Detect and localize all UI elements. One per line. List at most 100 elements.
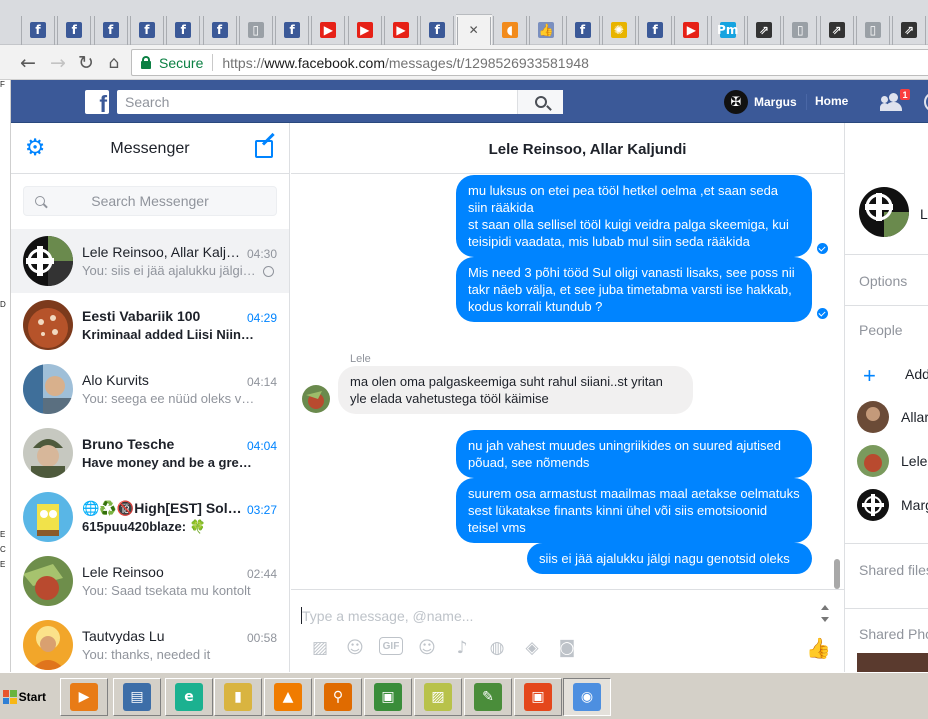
browser-tab[interactable]: f [274,14,310,45]
youtube-icon: ▶ [356,21,373,38]
browser-tab[interactable]: f [56,14,92,45]
conversation-item[interactable]: Lele Reinsoo 02:44 You: Saad tsekata mu ko… [11,549,289,613]
camera-icon[interactable]: ◙ [556,637,578,659]
browser-tab[interactable]: f [565,14,601,45]
browser-tab[interactable]: ▶ [310,14,346,45]
conversation-name: Tautvydas Lu [82,628,165,644]
browser-tab[interactable]: f [202,14,238,45]
shared-files-label[interactable]: Shared files [859,562,928,578]
browser-tab[interactable]: ▯ [855,14,891,45]
conversation-item[interactable]: 🌐♻️🔞High[EST] Soldiers 03:27 615puu420blaz… [11,485,289,549]
browser-tab[interactable]: f [129,14,165,45]
taskbar-app-button[interactable]: e [165,678,213,716]
conversation-item[interactable]: Lele Reinsoo, Allar Kaljundi 04:30 You: si… [11,229,289,293]
forward-arrow-icon[interactable]: → [46,51,70,75]
chart-icon: ⇗ [756,21,772,38]
shared-photo-thumbnail[interactable] [857,653,928,672]
browser-tab[interactable]: ⇗ [746,14,782,45]
flame-icon: ◖ [501,21,518,38]
home-icon[interactable]: ⌂ [102,51,126,75]
desktop-icon-label[interactable]: D [0,300,6,309]
browser-tab[interactable]: Pm [710,14,746,45]
microphone-icon[interactable]: ♪ [451,637,473,659]
browser-tab[interactable]: f [20,14,56,45]
profile-name: Margus [754,95,797,109]
taskbar-app-button[interactable]: ▣ [364,678,412,716]
conversation-preview: You: siis ei jää ajalukku jälgi nagu gen… [82,263,258,278]
compose-icon[interactable] [255,132,277,158]
photo-icon[interactable]: ▨ [309,637,331,659]
taskbar-app-button[interactable]: ▲ [264,678,312,716]
person-row[interactable]: Lele [857,445,927,477]
options-label[interactable]: Options [859,273,907,289]
add-people-icon[interactable]: + [863,363,876,389]
game-controller-icon[interactable]: ◈ [521,637,543,659]
home-link[interactable]: Home [815,94,848,108]
start-label: Start [18,690,46,704]
desktop-icon-label[interactable]: E [0,560,5,569]
start-button[interactable]: Start [1,682,46,712]
taskbar-app-button[interactable]: ▣ [514,678,562,716]
thumbs-up-icon: 👍 [538,21,555,38]
browser-tab[interactable]: 👍 [528,14,564,45]
facebook-icon: f [284,21,301,38]
taskbar-app-button[interactable]: ▨ [414,678,462,716]
scroll-up-icon[interactable] [821,605,829,610]
taskbar-app-button[interactable]: ◉ [563,678,611,716]
back-arrow-icon[interactable]: ← [16,51,40,75]
emoji-icon[interactable]: ☺ [416,637,438,659]
browser-tab[interactable]: ⇗ [891,14,927,45]
browser-tab[interactable]: ▶ [383,14,419,45]
browser-tab[interactable]: ◖ [492,14,528,45]
chat-scrollbar[interactable] [834,559,840,589]
profile-link[interactable]: ✠ Margus [724,90,797,114]
browser-tab[interactable]: ▶ [673,14,709,45]
payment-icon[interactable]: ◍ [486,637,508,659]
gif-icon[interactable]: GIF [379,637,403,655]
taskbar-app-button[interactable]: ▮ [214,678,262,716]
close-icon[interactable]: ✕ [466,22,482,38]
conversation-item[interactable]: Tautvydas Lu 00:58 You: thanks, needed it [11,613,289,677]
message-input[interactable]: Type a message, @name... [302,608,473,624]
desktop-icon-label[interactable]: C [0,545,6,554]
search-button[interactable] [517,90,563,114]
person-row[interactable]: Marg [857,489,928,521]
taskbar: Start ▶ ▤ e ▮ ▲ ⚲ ▣ ▨ ✎ ▣ ◉ [0,672,928,719]
window-icon: ▤ [123,683,151,711]
taskbar-app-button[interactable]: ⚲ [314,678,362,716]
person-row[interactable]: Allar [857,401,928,433]
taskbar-app-button[interactable]: ▤ [113,678,161,716]
sticker-icon[interactable]: ☺ [344,637,366,659]
browser-tab[interactable]: f [637,14,673,45]
desktop-icon-label[interactable]: F [0,80,5,89]
facebook-search-input[interactable]: Search [117,90,563,114]
scroll-down-icon[interactable] [821,617,829,622]
facebook-icon: f [211,21,228,38]
shared-photos-label[interactable]: Shared Photos [859,626,928,642]
browser-tab[interactable]: f [93,14,129,45]
message-bubble-incoming: ma olen oma palgaskeemiga suht rahul sii… [338,366,693,414]
browser-tab[interactable]: ▶ [347,14,383,45]
conversation-item[interactable]: Eesti Vabariik 100 04:29 Kriminaal added L… [11,293,289,357]
taskbar-app-button[interactable]: ▶ [60,678,108,716]
thumbs-up-icon[interactable]: 👍 [806,636,831,660]
browser-tab[interactable]: ▯ [782,14,818,45]
browser-tab[interactable]: ▯ [238,14,274,45]
conversation-item[interactable]: Alo Kurvits 04:14 You: seega ee nüüd oleks… [11,357,289,421]
facebook-logo-icon[interactable]: f [85,90,109,114]
add-people-label[interactable]: Add [905,366,928,382]
browser-tab[interactable]: ✕ [455,14,492,45]
address-bar[interactable]: Secure https://www.facebook.com/messages… [131,49,928,76]
messenger-icon[interactable] [924,92,928,112]
conversation-item[interactable]: Bruno Tesche 04:04 Have money and be a gre… [11,421,289,485]
browser-tab[interactable]: ⇗ [819,14,855,45]
browser-tab[interactable]: f [419,14,455,45]
message-bubble-outgoing: Mis need 3 põhi tööd Sul oligi vanasti l… [456,257,812,322]
taskbar-app-button[interactable]: ✎ [464,678,512,716]
reload-icon[interactable]: ↻ [74,51,98,75]
browser-tab[interactable]: ✺ [601,14,637,45]
conversation-preview: You: thanks, needed it [82,647,211,662]
desktop-icon-label[interactable]: E [0,530,5,539]
browser-tab[interactable]: f [165,14,201,45]
messenger-search-input[interactable]: Search Messenger [23,186,277,216]
